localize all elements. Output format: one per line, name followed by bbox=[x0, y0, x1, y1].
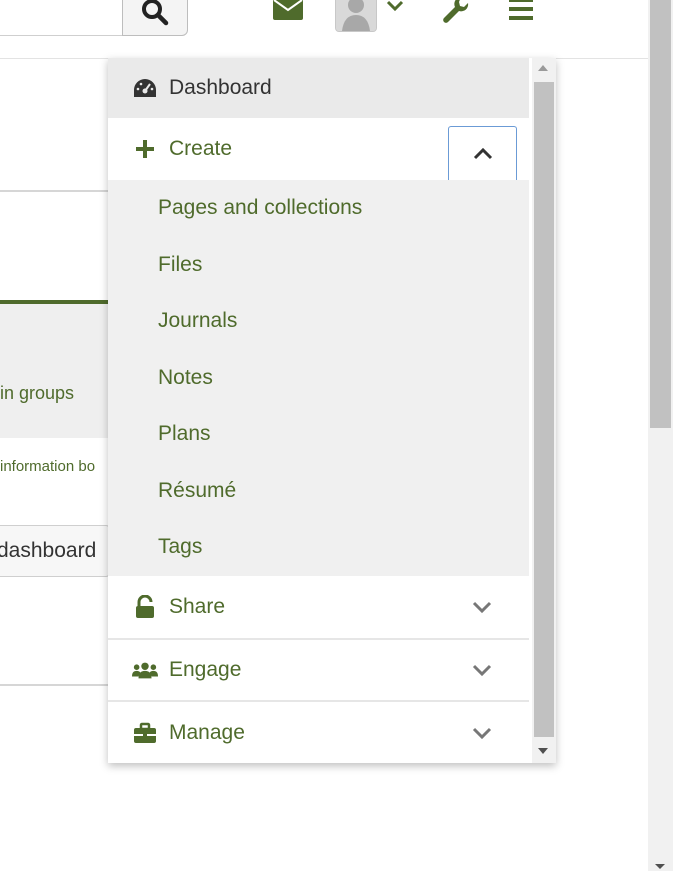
scrollbar-thumb[interactable] bbox=[534, 82, 554, 737]
divider bbox=[0, 190, 108, 192]
submenu-item-journals[interactable]: Journals bbox=[158, 309, 237, 333]
dashboard-button[interactable]: dashboard bbox=[0, 525, 110, 577]
main-nav-menu: Dashboard Create Pages and collections F… bbox=[108, 58, 556, 763]
chevron-up-icon bbox=[473, 146, 493, 165]
menu-item-label: Share bbox=[169, 595, 226, 618]
scroll-up-arrow[interactable] bbox=[538, 65, 548, 71]
create-collapse-toggle[interactable] bbox=[448, 126, 517, 183]
wrench-icon[interactable] bbox=[440, 0, 470, 24]
tachometer-icon bbox=[132, 75, 158, 101]
briefcase-icon bbox=[132, 720, 158, 746]
menu-item-label: Manage bbox=[169, 720, 245, 744]
submenu-item-plans[interactable]: Plans bbox=[158, 422, 211, 446]
divider bbox=[0, 684, 108, 686]
unlock-icon bbox=[132, 594, 158, 620]
groups-tab-panel bbox=[0, 300, 110, 438]
page-scrollbar[interactable] bbox=[648, 0, 673, 871]
menu-item-manage[interactable]: Manage bbox=[108, 702, 529, 763]
site-header bbox=[0, 0, 648, 59]
menu-item-label: Dashboard bbox=[169, 76, 272, 99]
chevron-down-icon[interactable] bbox=[385, 0, 405, 18]
envelope-icon[interactable] bbox=[272, 0, 304, 24]
user-avatar[interactable] bbox=[335, 0, 377, 32]
menu-item-dashboard[interactable]: Dashboard bbox=[108, 58, 529, 118]
search-button[interactable] bbox=[122, 0, 188, 36]
submenu-item-resume[interactable]: Résumé bbox=[158, 479, 236, 503]
scroll-down-arrow[interactable] bbox=[538, 748, 548, 754]
submenu-item-files[interactable]: Files bbox=[158, 253, 202, 277]
menu-item-label: Engage bbox=[169, 658, 242, 681]
submenu-item-notes[interactable]: Notes bbox=[158, 366, 213, 390]
chevron-down-icon[interactable] bbox=[468, 593, 496, 621]
chevron-down-icon[interactable] bbox=[468, 656, 496, 684]
hamburger-icon[interactable] bbox=[505, 0, 537, 24]
chevron-down-icon[interactable] bbox=[468, 719, 496, 747]
menu-item-engage[interactable]: Engage bbox=[108, 640, 529, 702]
menu-scrollbar[interactable] bbox=[532, 58, 556, 763]
scrollbar-thumb[interactable] bbox=[650, 0, 671, 428]
submenu-item-tags[interactable]: Tags bbox=[158, 535, 202, 559]
info-box-text: information bo bbox=[0, 458, 96, 475]
create-submenu: Pages and collections Files Journals Not… bbox=[108, 180, 529, 576]
menu-item-share[interactable]: Share bbox=[108, 576, 529, 640]
search-input[interactable] bbox=[0, 0, 123, 36]
users-icon bbox=[132, 657, 158, 683]
plus-icon bbox=[132, 136, 158, 162]
submenu-item-pages[interactable]: Pages and collections bbox=[158, 196, 362, 220]
menu-item-label: Create bbox=[169, 137, 233, 160]
scroll-down-arrow[interactable] bbox=[655, 864, 665, 869]
dashboard-button-label: dashboard bbox=[0, 539, 97, 562]
groups-tab-label[interactable]: in groups bbox=[0, 383, 74, 404]
search-icon bbox=[140, 0, 170, 33]
